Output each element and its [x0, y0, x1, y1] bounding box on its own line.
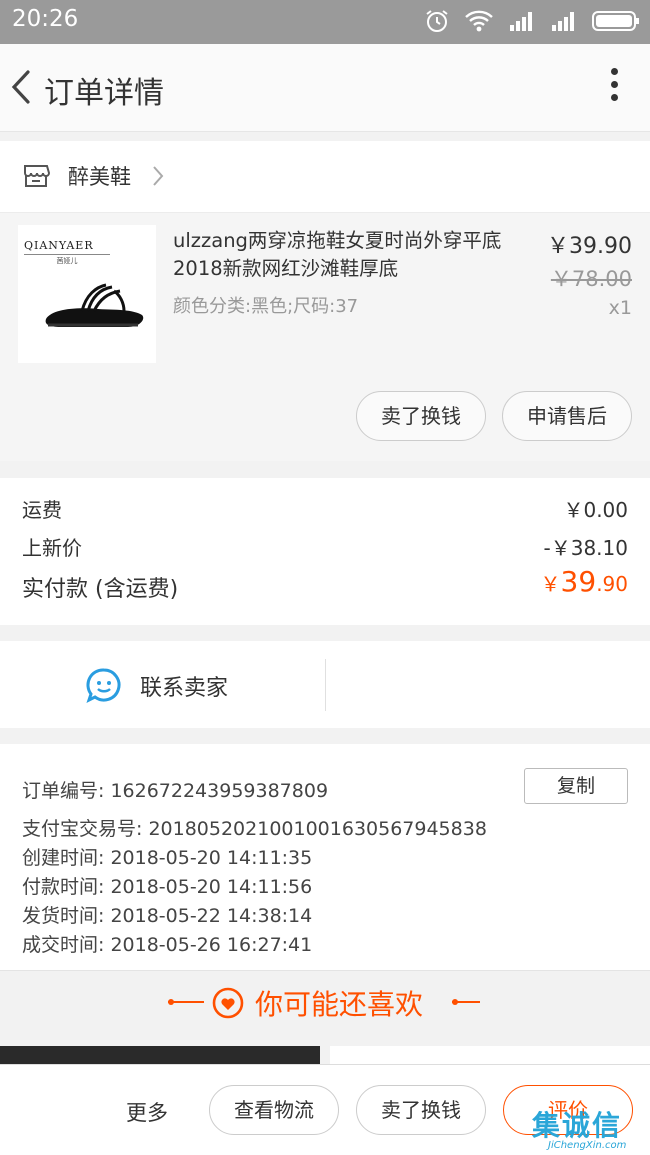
- signal-icon-1: [510, 12, 532, 31]
- created-time: 创建时间: 2018-05-20 14:11:35: [22, 847, 313, 869]
- completed-time: 成交时间: 2018-05-26 16:27:41: [22, 934, 313, 956]
- alipay-trade-number: 支付宝交易号: 2018052021001001630567945838: [22, 818, 487, 840]
- shipping-label: 运费: [22, 498, 62, 522]
- recommend-deco-right: [452, 999, 480, 1005]
- paid-currency: ￥: [540, 572, 561, 596]
- product-card[interactable]: QIANYAER 茜娅儿 ulzzang两穿凉拖鞋女夏时尚外穿平底2018新款网…: [0, 213, 650, 461]
- paid-value: ￥39.90: [541, 565, 628, 598]
- signal-icon-2: [552, 12, 574, 31]
- sandal-image: [45, 283, 144, 327]
- nav-bar: 订单详情: [0, 44, 650, 132]
- battery-icon: [592, 11, 639, 31]
- shipping-value: ￥0.00: [563, 498, 628, 522]
- price-summary: 运费 ￥0.00 上新价 -￥38.10 实付款 (含运费) ￥39.90: [0, 478, 650, 625]
- contact-seller-button[interactable]: 联系卖家: [140, 670, 228, 702]
- sell-button-bottom[interactable]: 卖了换钱: [356, 1085, 486, 1135]
- paid-dec: .90: [596, 572, 628, 596]
- watermark-main: 集诚信: [532, 1109, 623, 1142]
- copy-button[interactable]: 复制: [524, 768, 628, 804]
- heart-icon: [212, 987, 244, 1019]
- watermark-logo: 集诚信 JiChengXin.com: [532, 1104, 650, 1155]
- wifi-icon: [465, 10, 493, 32]
- paid-time: 付款时间: 2018-05-20 14:11:56: [22, 876, 313, 898]
- paid-int: 39: [560, 565, 597, 598]
- product-quantity: x1: [608, 297, 632, 319]
- order-number: 订单编号: 1626722439593878​09: [22, 780, 329, 802]
- status-icons: [424, 8, 640, 34]
- status-time: 20:26: [12, 6, 79, 32]
- status-bar: 20:26: [0, 0, 650, 44]
- alarm-icon: [426, 10, 448, 32]
- shipping-row: 运费 ￥0.00: [22, 494, 628, 523]
- product-price: ￥39.90: [547, 234, 632, 259]
- sell-button[interactable]: 卖了换钱: [356, 391, 486, 441]
- product-attributes: 颜色分类:黑色;尺码:37: [173, 296, 359, 317]
- recommend-header: 你可能还喜欢: [0, 970, 650, 1036]
- chevron-right-icon: [153, 166, 164, 186]
- after-sale-button[interactable]: 申请售后: [502, 391, 632, 441]
- page-title: 订单详情: [44, 76, 164, 111]
- recommend-deco-left: [168, 999, 204, 1005]
- more-menu-icon[interactable]: [608, 68, 620, 108]
- contact-section: 联系卖家: [0, 641, 650, 728]
- discount-value: -￥38.10: [543, 536, 628, 560]
- product-brand: QIANYAER: [24, 239, 94, 252]
- more-button[interactable]: 更多: [126, 1097, 168, 1127]
- order-info: 订单编号: 1626722439593878​09 复制 支付宝交易号: 201…: [0, 744, 650, 970]
- product-brand-sub: 茜娅儿: [24, 254, 110, 266]
- watermark-sub: JiChengXin.com: [548, 1140, 627, 1151]
- discount-row: 上新价 -￥38.10: [22, 532, 628, 561]
- chat-bubble-icon[interactable]: [86, 667, 122, 703]
- product-original-price: ￥78.00: [550, 267, 632, 291]
- view-logistics-button[interactable]: 查看物流: [209, 1085, 339, 1135]
- shop-name: 醉美鞋: [68, 165, 131, 189]
- shipped-time: 发货时间: 2018-05-22 14:38:14: [22, 905, 313, 927]
- paid-label: 实付款 (含运费): [22, 577, 179, 602]
- contact-divider: [325, 659, 326, 711]
- back-icon[interactable]: [4, 64, 38, 110]
- shop-icon: [24, 165, 50, 187]
- shop-row[interactable]: 醉美鞋: [0, 141, 650, 213]
- product-image[interactable]: QIANYAER 茜娅儿: [18, 225, 156, 363]
- paid-row: 实付款 (含运费) ￥39.90: [22, 565, 628, 603]
- product-title[interactable]: ulzzang两穿凉拖鞋女夏时尚外穿平底2018新款网红沙滩鞋厚底: [173, 227, 543, 283]
- recommend-title: 你可能还喜欢: [255, 988, 424, 1021]
- discount-label: 上新价: [22, 536, 82, 560]
